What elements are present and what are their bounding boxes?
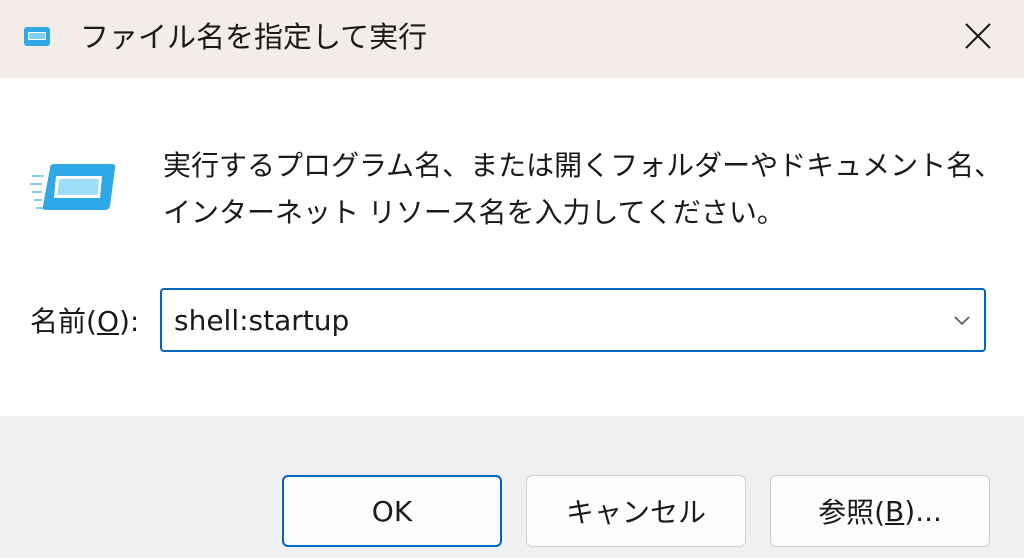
browse-access-key: B — [885, 494, 905, 528]
name-label-suffix: ): — [118, 305, 140, 338]
dialog-content — [0, 78, 1024, 416]
name-input[interactable] — [174, 290, 934, 350]
close-icon — [965, 23, 991, 49]
run-dialog-icon — [24, 27, 50, 46]
run-dialog: ファイル名を指定して実行 実行するプログラム名、または開くフォルダーやドキュメン… — [0, 0, 1024, 558]
name-label-access-key: O — [96, 305, 119, 338]
browse-label-suffix: )... — [904, 494, 942, 528]
name-label: 名前(O): — [30, 303, 139, 341]
name-label-prefix: 名前( — [30, 305, 97, 338]
browse-button[interactable]: 参照(B)... — [770, 475, 990, 547]
run-program-icon — [30, 164, 116, 210]
close-button[interactable] — [946, 8, 1010, 64]
title-bar[interactable]: ファイル名を指定して実行 — [0, 0, 1024, 78]
ok-button[interactable]: OK — [282, 475, 502, 547]
window-title: ファイル名を指定して実行 — [80, 20, 428, 54]
cancel-button[interactable]: キャンセル — [526, 475, 746, 547]
name-combobox[interactable] — [160, 288, 986, 352]
chevron-down-icon[interactable] — [950, 308, 974, 332]
browse-label-prefix: 参照( — [818, 496, 886, 529]
instruction-text: 実行するプログラム名、または開くフォルダーやドキュメント名、インターネット リソ… — [163, 149, 1003, 229]
